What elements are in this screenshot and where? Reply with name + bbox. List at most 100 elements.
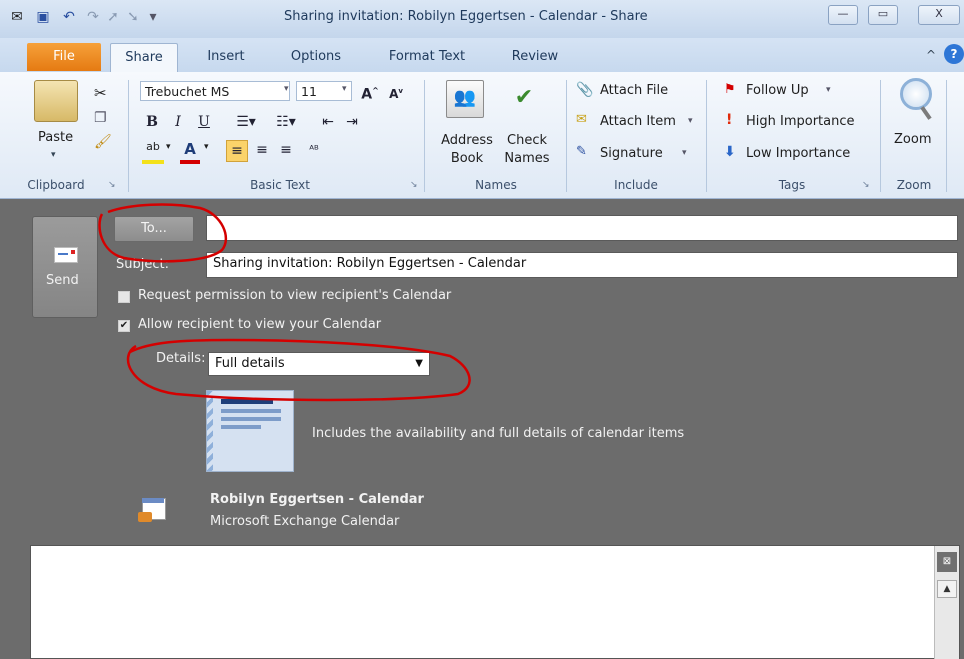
details-select-value: Full details bbox=[215, 356, 285, 371]
subject-label: Subject: bbox=[116, 257, 169, 272]
request-permission-label: Request permission to view recipient's C… bbox=[138, 288, 452, 303]
align-left-icon[interactable]: ≡ bbox=[226, 140, 248, 162]
font-color-icon[interactable]: A bbox=[180, 140, 200, 164]
details-label: Details: bbox=[156, 351, 206, 366]
tab-review[interactable]: Review bbox=[498, 43, 572, 71]
underline-icon[interactable]: U bbox=[194, 112, 214, 132]
send-label: Send bbox=[46, 273, 79, 288]
tab-format-text[interactable]: Format Text bbox=[378, 43, 476, 71]
flag-icon: ⚑ bbox=[724, 82, 736, 97]
signature-button[interactable]: Signature bbox=[600, 146, 663, 161]
allow-view-checkbox[interactable]: ✔ bbox=[118, 320, 130, 332]
up-icon[interactable]: ➚ bbox=[104, 8, 122, 26]
down-arrow-icon: ⬇ bbox=[724, 144, 736, 160]
chevron-down-icon: ▾ bbox=[826, 85, 831, 95]
subject-field[interactable]: Sharing invitation: Robilyn Eggertsen - … bbox=[206, 252, 958, 278]
send-envelope-icon bbox=[54, 247, 78, 263]
details-select[interactable]: Full details ▼ bbox=[208, 352, 430, 376]
allow-view-label: Allow recipient to view your Calendar bbox=[138, 317, 382, 332]
ruler-toggle-icon[interactable]: ⊠ bbox=[937, 552, 957, 572]
zoom-button[interactable]: Zoom bbox=[894, 132, 931, 147]
send-button[interactable]: Send bbox=[32, 216, 98, 318]
check-names-icon[interactable]: ✔ bbox=[506, 80, 542, 116]
calendar-icon bbox=[138, 496, 166, 522]
tab-file[interactable]: File bbox=[27, 43, 101, 71]
address-book-icon[interactable]: 👥 bbox=[446, 80, 484, 118]
paste-icon[interactable] bbox=[34, 80, 78, 122]
cut-icon[interactable]: ✂ bbox=[94, 84, 107, 102]
address-book-button[interactable]: Address Book bbox=[438, 132, 496, 168]
message-body-editor[interactable] bbox=[30, 545, 960, 659]
details-description: Includes the availability and full detai… bbox=[312, 426, 685, 441]
address-book-label-2: Book bbox=[450, 151, 484, 166]
bullets-icon[interactable]: ☰▾ bbox=[228, 112, 264, 132]
check-names-label-1: Check bbox=[507, 133, 547, 148]
basic-text-group-label: Basic Text bbox=[250, 178, 310, 192]
tab-insert[interactable]: Insert bbox=[196, 43, 256, 71]
to-button[interactable]: To... bbox=[114, 216, 194, 242]
collapse-ribbon-icon[interactable]: ^ bbox=[926, 48, 936, 62]
close-button[interactable]: X bbox=[918, 5, 960, 25]
save-icon[interactable]: ▣ bbox=[34, 8, 52, 26]
align-center-icon[interactable]: ≡ bbox=[252, 140, 272, 160]
title-bar: ✉ ▣ ↶ ↷ ➚ ➘ ▾ Sharing invitation: Robily… bbox=[0, 0, 964, 38]
customize-qat-icon[interactable]: ▾ bbox=[144, 8, 162, 26]
request-permission-checkbox[interactable] bbox=[118, 291, 130, 303]
decrease-indent-icon[interactable]: ⇤ bbox=[318, 112, 338, 132]
chevron-down-icon: ▾ bbox=[342, 84, 347, 94]
calendar-name: Robilyn Eggertsen - Calendar bbox=[210, 492, 424, 507]
magnifier-icon[interactable] bbox=[900, 78, 932, 110]
font-name-select[interactable]: Trebuchet MS bbox=[140, 81, 290, 101]
vertical-scrollbar[interactable]: ⊠ ▲ bbox=[934, 546, 959, 659]
format-painter-icon[interactable]: 🖌 bbox=[94, 134, 112, 150]
dialog-launcher-icon[interactable]: ↘ bbox=[862, 180, 870, 190]
increase-indent-icon[interactable]: ⇥ bbox=[342, 112, 362, 132]
exclamation-icon: ! bbox=[726, 112, 733, 128]
help-icon[interactable]: ? bbox=[944, 44, 964, 64]
group-separator bbox=[706, 80, 707, 192]
chevron-down-icon[interactable]: ▾ bbox=[204, 142, 209, 152]
grow-font-icon[interactable]: A^ bbox=[360, 81, 380, 103]
chevron-down-icon: ▼ bbox=[415, 358, 423, 369]
tab-options[interactable]: Options bbox=[278, 43, 354, 71]
bold-icon[interactable]: B bbox=[142, 112, 162, 132]
shrink-font-icon[interactable]: Av bbox=[386, 81, 406, 101]
attach-file-button[interactable]: Attach File bbox=[600, 83, 668, 98]
address-book-label-1: Address bbox=[441, 133, 493, 148]
dialog-launcher-icon[interactable]: ↘ bbox=[108, 180, 116, 190]
scroll-up-icon[interactable]: ▲ bbox=[937, 580, 957, 598]
down-icon[interactable]: ➘ bbox=[124, 8, 142, 26]
highlight-icon[interactable]: ab bbox=[142, 140, 164, 164]
restore-button[interactable]: ▭ bbox=[868, 5, 898, 25]
undo-icon[interactable]: ↶ bbox=[60, 8, 78, 26]
attach-item-button[interactable]: Attach Item bbox=[600, 114, 676, 129]
check-names-label-2: Names bbox=[504, 151, 550, 166]
group-separator bbox=[128, 80, 129, 192]
redo-icon[interactable]: ↷ bbox=[84, 8, 102, 26]
paste-button[interactable]: Paste bbox=[38, 130, 73, 145]
tab-share[interactable]: Share bbox=[110, 43, 178, 72]
outlook-icon[interactable]: ✉ bbox=[8, 8, 26, 26]
low-importance-button[interactable]: Low Importance bbox=[746, 146, 850, 161]
paste-dropdown-icon[interactable]: ▾ bbox=[51, 150, 56, 160]
zoom-group-label: Zoom bbox=[896, 178, 932, 192]
paperclip-icon: 📎 bbox=[576, 82, 594, 98]
names-group-label: Names bbox=[475, 178, 517, 192]
follow-up-button[interactable]: Follow Up bbox=[746, 83, 809, 98]
check-names-button[interactable]: Check Names bbox=[498, 132, 556, 168]
styles-icon[interactable]: ᴬᴮ bbox=[304, 140, 324, 160]
numbering-icon[interactable]: ☷▾ bbox=[268, 112, 304, 132]
align-right-icon[interactable]: ≡ bbox=[276, 140, 296, 160]
italic-icon[interactable]: I bbox=[168, 112, 188, 132]
include-group-label: Include bbox=[614, 178, 658, 192]
minimize-button[interactable]: — bbox=[828, 5, 858, 25]
to-field[interactable] bbox=[206, 215, 958, 241]
chevron-down-icon[interactable]: ▾ bbox=[166, 142, 171, 152]
high-importance-button[interactable]: High Importance bbox=[746, 114, 855, 129]
tags-group-label: Tags bbox=[778, 178, 806, 192]
copy-icon[interactable]: ❐ bbox=[94, 110, 107, 126]
attach-item-icon: ✉ bbox=[576, 112, 587, 127]
dialog-launcher-icon[interactable]: ↘ bbox=[410, 180, 418, 190]
calendar-type: Microsoft Exchange Calendar bbox=[210, 514, 400, 529]
group-separator bbox=[880, 80, 881, 192]
